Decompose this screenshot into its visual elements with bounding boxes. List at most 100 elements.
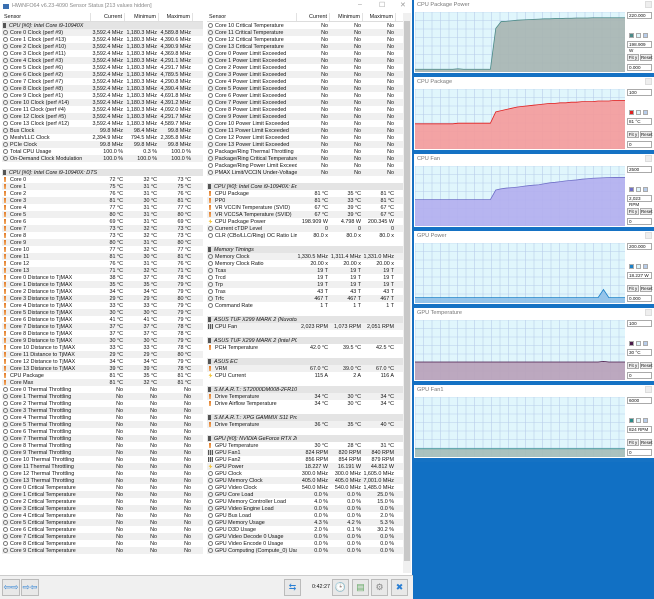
table-row[interactable]: Command Rate 1 T 1 T 1 T — [207, 302, 403, 309]
table-row[interactable]: Core 3 Thermal Throttling No No No — [2, 407, 203, 414]
background-color-swatch[interactable] — [636, 33, 641, 38]
table-row[interactable]: GPU Temperature 30 °C 28 °C 31 °C — [207, 442, 403, 449]
y-max-input[interactable]: 6000 — [627, 397, 652, 404]
grid-color-swatch[interactable] — [643, 418, 648, 423]
fit-y-button[interactable]: Fit y — [627, 362, 639, 369]
table-row[interactable]: Core 7 Distance to TjMAX 37 °C 37 °C 78 °C — [2, 323, 203, 330]
table-row[interactable]: Core 13 Thermal Throttling No No No — [2, 477, 203, 484]
table-row[interactable]: Core 2 76 °C 31 °C 76 °C — [2, 190, 203, 197]
network-icon[interactable]: ⇆ — [284, 579, 301, 596]
table-row[interactable]: Core 13 Distance to TjMAX 39 °C 39 °C 78 °C — [2, 365, 203, 372]
y-min-input[interactable]: 0 — [627, 218, 652, 225]
table-row[interactable]: Core 10 Critical Temperature No No No — [207, 22, 403, 29]
scrollbar-thumb[interactable] — [404, 21, 410, 561]
table-row[interactable]: GPU Memory Clock 405.0 MHz 405.0 MHz 7,001.… — [207, 477, 403, 484]
table-row[interactable]: Package/Ring Power Limit Exceeded No No No — [207, 162, 403, 169]
table-row[interactable]: Trcd 19 T 19 T 19 T — [207, 274, 403, 281]
table-row[interactable]: Core 2 Power Limit Exceeded No No No — [207, 64, 403, 71]
reset-button[interactable]: Reset — [640, 362, 652, 369]
table-row[interactable]: Core 8 Thermal Throttling No No No — [2, 442, 203, 449]
grid-color-swatch[interactable] — [643, 264, 648, 269]
table-row[interactable]: PCH Temperature 42.0 °C 39.5 °C 42.5 °C — [207, 344, 403, 351]
table-row[interactable]: PMAX Limit/VCCIN Under-Voltage No No No — [207, 169, 403, 176]
table-row[interactable]: Core 8 73 °C 32 °C 73 °C — [2, 232, 203, 239]
column-sensor[interactable]: Sensor — [207, 13, 297, 21]
table-row[interactable]: Core 13 Critical Temperature No No No — [207, 43, 403, 50]
table-row[interactable]: Core 1 Distance to TjMAX 35 °C 35 °C 79 °C — [2, 281, 203, 288]
table-row[interactable]: Core 6 69 °C 31 °C 69 °C — [2, 218, 203, 225]
table-row[interactable]: GPU Clock 300.0 MHz 300.0 MHz 1,605.0 MHz — [207, 470, 403, 477]
table-row[interactable]: Core 5 Power Limit Exceeded No No No — [207, 85, 403, 92]
table-row[interactable]: Core 0 Critical Temperature No No No — [2, 484, 203, 491]
table-row[interactable]: GPU D3D Usage 2.0 % 0.1 % 30.2 % — [207, 526, 403, 533]
table-row[interactable]: Core 5 Critical Temperature No No No — [2, 519, 203, 526]
y-min-input[interactable]: 0 — [627, 449, 652, 456]
table-row[interactable]: Core 3 Critical Temperature No No No — [2, 505, 203, 512]
y-max-input[interactable]: 100 — [627, 89, 652, 96]
column-maximum[interactable]: Maximum — [363, 13, 396, 21]
table-row[interactable]: Core 7 Power Limit Exceeded No No No — [207, 99, 403, 106]
background-color-swatch[interactable] — [636, 187, 641, 192]
table-row[interactable]: Package/Ring Thermal Throttling No No No — [207, 148, 403, 155]
table-row[interactable]: Memory Clock Ratio 20.00 x 20.00 x 20.00 x — [207, 260, 403, 267]
table-row[interactable]: Core 10 Thermal Throttling No No No — [2, 456, 203, 463]
table-row[interactable]: GPU Video Decode 0 Usage 0.0 % 0.0 % 0.0 % — [207, 533, 403, 540]
expand-arrows-button[interactable]: ⇨⇦ — [21, 579, 39, 596]
table-row[interactable]: Core 4 Power Limit Exceeded No No No — [207, 78, 403, 85]
minimize-button[interactable]: – — [358, 1, 362, 8]
background-color-swatch[interactable] — [636, 264, 641, 269]
table-row[interactable]: Package/Ring Critical Temperature No No No — [207, 155, 403, 162]
y-max-input[interactable]: 200.000 — [627, 243, 652, 250]
table-row[interactable]: Core 6 Clock (perf #2) 3,592.4 MHz 1,180.3… — [2, 71, 203, 78]
table-row[interactable]: Core 9 Thermal Throttling No No No — [2, 449, 203, 456]
table-row[interactable]: Core 0 Power Limit Exceeded No No No — [207, 50, 403, 57]
table-row[interactable]: Core 6 Distance to TjMAX 41 °C 41 °C 79 °C — [2, 316, 203, 323]
sensor-group-header[interactable]: CPU [#0]: Intel Core i9-10940X: DTS — [2, 169, 203, 176]
graph-close-button[interactable] — [645, 155, 652, 162]
clock-reset-icon[interactable]: 🕒 — [332, 579, 349, 596]
table-row[interactable]: Core 6 Power Limit Exceeded No No No — [207, 92, 403, 99]
table-row[interactable]: Core 0 72 °C 32 °C 73 °C — [2, 176, 203, 183]
table-row[interactable]: Core 12 Power Limit Exceeded No No No — [207, 134, 403, 141]
table-row[interactable]: Tras 43 T 43 T 43 T — [207, 288, 403, 295]
table-row[interactable]: GPU Fan1 824 RPM 820 RPM 840 RPM — [207, 449, 403, 456]
table-row[interactable]: Mesh/LLC Clock 2,394.9 MHz 794.5 MHz 2,395.… — [2, 134, 203, 141]
table-row[interactable]: GPU Power 18.227 W 16.191 W 44.812 W — [207, 463, 403, 470]
sensor-group-header[interactable]: CPU [#0]: Intel Core i9-10940X: Enh... — [207, 183, 403, 190]
column-current[interactable]: Current — [297, 13, 330, 21]
table-row[interactable]: Core 4 Critical Temperature No No No — [2, 512, 203, 519]
table-row[interactable]: VR VCCSA Temperature (SVID) 67 °C 39 °C 67 … — [207, 211, 403, 218]
table-row[interactable]: Core 12 Thermal Throttling No No No — [2, 470, 203, 477]
column-minimum[interactable]: Minimum — [330, 13, 363, 21]
line-color-swatch[interactable] — [629, 187, 634, 192]
table-row[interactable]: Core 4 Distance to TjMAX 33 °C 33 °C 79 °C — [2, 302, 203, 309]
table-row[interactable]: GPU Memory Controller Load 4.0 % 0.0 % 15.0… — [207, 498, 403, 505]
graph-close-button[interactable] — [645, 78, 652, 85]
table-row[interactable]: Core 5 Thermal Throttling No No No — [2, 421, 203, 428]
table-row[interactable]: Core 10 Clock (perf #14) 3,592.4 MHz 1,180… — [2, 99, 203, 106]
fit-y-button[interactable]: Fit y — [627, 285, 639, 292]
line-color-swatch[interactable] — [629, 341, 634, 346]
close-sensors-icon[interactable]: ✖ — [391, 579, 408, 596]
graph-close-button[interactable] — [645, 309, 652, 316]
table-row[interactable]: Core 4 Thermal Throttling No No No — [2, 414, 203, 421]
table-row[interactable]: Core 11 Clock (perf #4) 3,592.4 MHz 1,180.… — [2, 106, 203, 113]
table-row[interactable]: Core 6 Thermal Throttling No No No — [2, 428, 203, 435]
table-row[interactable]: Core 0 Clock (perf #9) 3,592.4 MHz 1,180.3… — [2, 29, 203, 36]
table-row[interactable]: Core 10 Power Limit Exceeded No No No — [207, 120, 403, 127]
column-current[interactable]: Current — [91, 13, 125, 21]
reset-button[interactable]: Reset — [640, 208, 652, 215]
line-color-swatch[interactable] — [629, 264, 634, 269]
table-row[interactable]: Core 3 81 °C 30 °C 81 °C — [2, 197, 203, 204]
fit-y-button[interactable]: Fit y — [627, 439, 639, 446]
table-row[interactable]: Core 11 81 °C 30 °C 81 °C — [2, 253, 203, 260]
table-row[interactable]: GPU Memory Usage 4.3 % 4.2 % 5.3 % — [207, 519, 403, 526]
table-row[interactable]: Core 3 Clock (perf #11) 3,592.4 MHz 1,180.… — [2, 50, 203, 57]
table-row[interactable]: Core 9 Clock (perf #1) 3,592.4 MHz 1,180.3… — [2, 92, 203, 99]
y-min-input[interactable]: 0.000 — [627, 64, 652, 71]
column-sensor[interactable]: Sensor — [2, 13, 91, 21]
table-row[interactable]: Core 10 77 °C 32 °C 77 °C — [2, 246, 203, 253]
table-row[interactable]: Bus Clock 99.8 MHz 98.4 MHz 99.8 MHz — [2, 127, 203, 134]
table-row[interactable]: Core 9 80 °C 31 °C 80 °C — [2, 239, 203, 246]
column-maximum[interactable]: Maximum — [159, 13, 193, 21]
